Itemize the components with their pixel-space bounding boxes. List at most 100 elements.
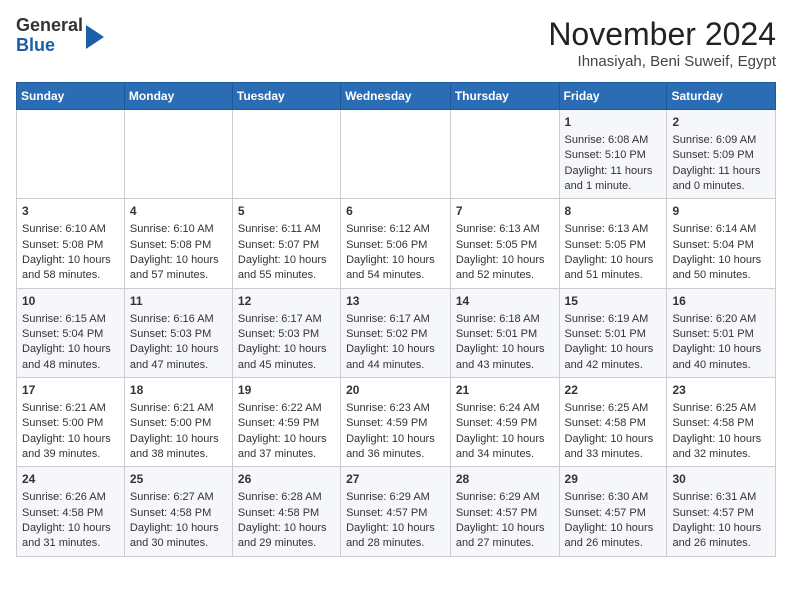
- calendar-cell: [17, 110, 125, 199]
- calendar-week-row: 17Sunrise: 6:21 AMSunset: 5:00 PMDayligh…: [17, 378, 776, 467]
- day-info: Sunrise: 6:15 AM: [22, 312, 119, 327]
- weekday-header: Saturday: [667, 83, 776, 110]
- weekday-header: Wednesday: [341, 83, 451, 110]
- day-info: Sunrise: 6:24 AM: [456, 401, 554, 416]
- day-info: Sunrise: 6:27 AM: [130, 490, 227, 505]
- calendar-cell: 29Sunrise: 6:30 AMSunset: 4:57 PMDayligh…: [559, 467, 667, 556]
- calendar-cell: 4Sunrise: 6:10 AMSunset: 5:08 PMDaylight…: [124, 199, 232, 288]
- day-info: Sunrise: 6:12 AM: [346, 222, 445, 237]
- day-info: Daylight: 10 hours and 55 minutes.: [238, 253, 335, 284]
- calendar-cell: 16Sunrise: 6:20 AMSunset: 5:01 PMDayligh…: [667, 288, 776, 377]
- calendar-cell: 28Sunrise: 6:29 AMSunset: 4:57 PMDayligh…: [450, 467, 559, 556]
- day-number: 18: [130, 382, 227, 399]
- calendar-cell: 13 Sunrise: 6:17 AMSunset: 5:02 PMDayligh…: [341, 288, 451, 377]
- logo-blue: Blue: [16, 36, 83, 56]
- page-header: General Blue November 2024 Ihnasiyah, Be…: [16, 16, 776, 70]
- calendar-cell: 23Sunrise: 6:25 AMSunset: 4:58 PMDayligh…: [667, 378, 776, 467]
- day-info: Sunrise: 6:09 AM: [672, 133, 770, 148]
- day-number: 11: [130, 293, 227, 310]
- logo: General Blue: [16, 16, 104, 56]
- day-info: Sunset: 5:04 PM: [22, 327, 119, 342]
- calendar-cell: [124, 110, 232, 199]
- day-number: 25: [130, 471, 227, 488]
- day-info: Daylight: 10 hours and 52 minutes.: [456, 253, 554, 284]
- day-info: Sunrise: 6:19 AM: [565, 312, 662, 327]
- day-info: Sunset: 5:01 PM: [456, 327, 554, 342]
- day-info: Sunrise: 6:13 AM: [456, 222, 554, 237]
- weekday-header: Thursday: [450, 83, 559, 110]
- day-number: 19: [238, 382, 335, 399]
- calendar-cell: [232, 110, 340, 199]
- calendar-cell: [341, 110, 451, 199]
- day-info: Daylight: 10 hours and 47 minutes.: [130, 342, 227, 373]
- day-number: 29: [565, 471, 662, 488]
- day-info: Daylight: 10 hours and 44 minutes.: [346, 342, 445, 373]
- day-info: Daylight: 10 hours and 29 minutes.: [238, 521, 335, 552]
- calendar-cell: 3Sunrise: 6:10 AMSunset: 5:08 PMDaylight…: [17, 199, 125, 288]
- day-number: 24: [22, 471, 119, 488]
- calendar-cell: 20Sunrise: 6:23 AMSunset: 4:59 PMDayligh…: [341, 378, 451, 467]
- day-number: 13: [346, 293, 445, 310]
- day-info: Sunset: 4:59 PM: [346, 416, 445, 431]
- day-info: Sunset: 5:01 PM: [672, 327, 770, 342]
- day-info: Sunrise: 6:08 AM: [565, 133, 662, 148]
- day-info: Sunrise: 6:18 AM: [456, 312, 554, 327]
- calendar-cell: 30Sunrise: 6:31 AMSunset: 4:57 PMDayligh…: [667, 467, 776, 556]
- day-number: 23: [672, 382, 770, 399]
- day-info: Daylight: 10 hours and 43 minutes.: [456, 342, 554, 373]
- logo-text: General Blue: [16, 16, 83, 56]
- day-number: 2: [672, 114, 770, 131]
- page-title: November 2024: [548, 16, 776, 53]
- day-number: 10: [22, 293, 119, 310]
- day-number: 7: [456, 203, 554, 220]
- day-info: Sunset: 4:57 PM: [456, 506, 554, 521]
- calendar-week-row: 10 Sunrise: 6:15 AMSunset: 5:04 PM Dayligh…: [17, 288, 776, 377]
- logo-general: General: [16, 16, 83, 36]
- calendar-cell: 26Sunrise: 6:28 AMSunset: 4:58 PMDayligh…: [232, 467, 340, 556]
- day-info: Sunset: 5:08 PM: [22, 238, 119, 253]
- day-info: Daylight: 10 hours and 39 minutes.: [22, 432, 119, 463]
- day-info: Sunrise: 6:21 AM: [130, 401, 227, 416]
- day-info: Sunset: 5:03 PM: [130, 327, 227, 342]
- day-info: Daylight: 10 hours and 37 minutes.: [238, 432, 335, 463]
- calendar-week-row: 1Sunrise: 6:08 AMSunset: 5:10 PMDaylight…: [17, 110, 776, 199]
- calendar-cell: 10Sunrise: 6:15 AMSunset: 5:04 PMDayligh…: [17, 288, 125, 377]
- weekday-header: Monday: [124, 83, 232, 110]
- calendar-cell: 27Sunrise: 6:29 AMSunset: 4:57 PMDayligh…: [341, 467, 451, 556]
- day-number: 6: [346, 203, 445, 220]
- day-info: Sunrise: 6:25 AM: [672, 401, 770, 416]
- calendar-cell: 15Sunrise: 6:19 AMSunset: 5:01 PMDayligh…: [559, 288, 667, 377]
- calendar-cell: 24Sunrise: 6:26 AMSunset: 4:58 PMDayligh…: [17, 467, 125, 556]
- day-info: Sunset: 5:07 PM: [238, 238, 335, 253]
- day-info: Sunrise: 6:13 AM: [565, 222, 662, 237]
- day-number: 26: [238, 471, 335, 488]
- day-info: Sunset: 4:58 PM: [238, 506, 335, 521]
- day-info: Daylight: 10 hours and 42 minutes.: [565, 342, 662, 373]
- calendar-table: SundayMondayTuesdayWednesdayThursdayFrid…: [16, 82, 776, 557]
- day-info: Sunrise: 6:31 AM: [672, 490, 770, 505]
- day-info: Sunset: 4:59 PM: [238, 416, 335, 431]
- day-info: Daylight: 10 hours and 38 minutes.: [130, 432, 227, 463]
- day-info: Sunset: 5:02 PM: [346, 327, 445, 342]
- calendar-week-row: 24Sunrise: 6:26 AMSunset: 4:58 PMDayligh…: [17, 467, 776, 556]
- calendar-cell: 6Sunrise: 6:12 AMSunset: 5:06 PMDaylight…: [341, 199, 451, 288]
- day-info: Sunset: 4:58 PM: [565, 416, 662, 431]
- day-info: Sunrise: 6:29 AM: [346, 490, 445, 505]
- day-number: 8: [565, 203, 662, 220]
- day-info: Daylight: 10 hours and 57 minutes.: [130, 253, 227, 284]
- day-info: Daylight: 10 hours and 31 minutes.: [22, 521, 119, 552]
- day-info: Daylight: 10 hours and 30 minutes.: [130, 521, 227, 552]
- day-info: Sunset: 5:03 PM: [238, 327, 335, 342]
- day-number: 5: [238, 203, 335, 220]
- day-info: Daylight: 10 hours and 26 minutes.: [672, 521, 770, 552]
- day-info: Sunset: 5:05 PM: [456, 238, 554, 253]
- day-info: Sunrise: 6:17 AM: [346, 312, 445, 327]
- day-info: Sunrise: 6:25 AM: [565, 401, 662, 416]
- day-number: 21: [456, 382, 554, 399]
- day-info: Sunset: 5:09 PM: [672, 148, 770, 163]
- day-info: Sunset: 4:58 PM: [130, 506, 227, 521]
- day-info: Daylight: 10 hours and 58 minutes.: [22, 253, 119, 284]
- title-block: November 2024 Ihnasiyah, Beni Suweif, Eg…: [548, 16, 776, 70]
- calendar-cell: 25 Sunrise: 6:27 AMSunset: 4:58 PMDayligh…: [124, 467, 232, 556]
- day-info: Daylight: 10 hours and 26 minutes.: [565, 521, 662, 552]
